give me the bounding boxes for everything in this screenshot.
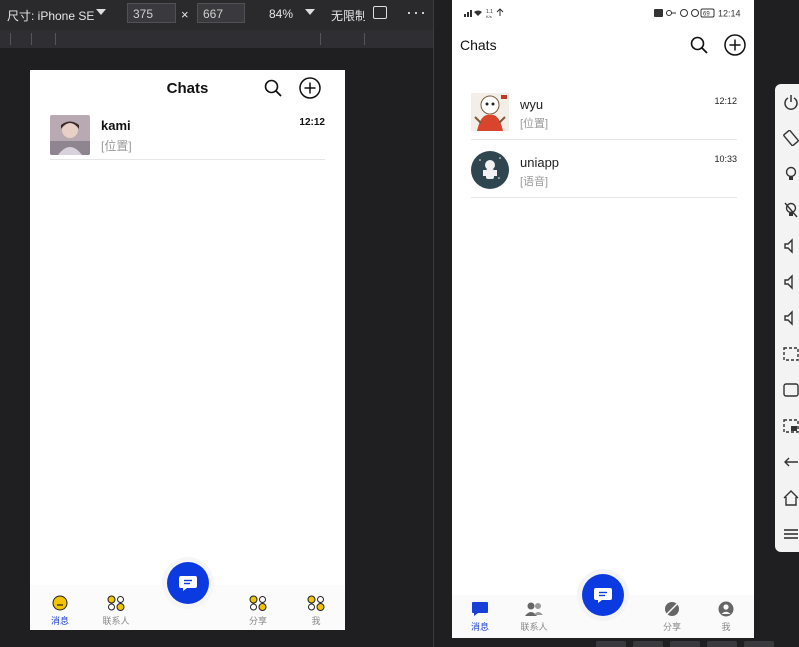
rotate-screen-icon[interactable] [783,130,799,146]
width-input[interactable]: 375 [127,3,176,23]
chat-time: 12:12 [299,117,325,128]
add-icon[interactable] [299,77,321,99]
times-sign: × [181,7,189,22]
emulator-toolbar [775,84,799,552]
chat-time: 12:12 [714,96,737,106]
device-dropdown-icon[interactable] [96,9,106,15]
chat-name: kami [101,118,131,133]
contacts-tab-icon [107,595,125,611]
simulator-screen: Chats kami 12:12 [位置] 消息 联系人 分享 我 [30,70,345,630]
contacts-tab-icon [525,602,543,616]
panel-divider[interactable] [433,0,434,647]
volume-down-icon[interactable] [783,274,799,290]
tab-messages[interactable]: 消息 [45,595,75,627]
bottom-tabs-strip [596,641,799,647]
chat-preview: [语音] [520,176,549,188]
tab-messages[interactable]: 消息 [465,601,495,633]
device-select-label[interactable]: 尺寸: iPhone SE [7,7,94,24]
status-icons: 69 12:14 [654,8,741,19]
chat-bubble-icon [594,588,612,603]
svg-text:K/s: K/s [486,14,492,18]
status-bar: 1.1 K/s 69 12:14 [452,0,754,26]
menu-icon[interactable] [783,526,799,542]
chat-preview: [位置] [520,118,549,130]
compose-button[interactable] [167,562,209,604]
rotate-icon[interactable] [373,6,387,19]
avatar [471,93,509,131]
page-title: Chats [460,37,497,53]
share-tab-icon [249,595,267,611]
power-icon[interactable] [783,94,799,110]
chat-time: 10:33 [714,154,737,164]
height-input[interactable]: 667 [197,3,245,23]
chat-name: uniapp [520,155,560,170]
window-icon[interactable] [783,382,799,398]
chat-name: wyu [520,97,544,112]
ruler-bar [0,30,433,48]
avatar [471,151,509,189]
chat-item[interactable]: uniapp 10:33 [语音] [471,151,737,198]
home-icon[interactable] [783,490,799,506]
clock: 12:14 [718,9,741,19]
avatar [50,115,90,155]
tab-contacts[interactable]: 联系人 [516,601,552,633]
user-tab-icon [718,601,734,617]
tab-share[interactable]: 分享 [657,601,687,633]
page-title: Chats [166,80,209,97]
me-tab-icon [307,595,325,611]
chat-tab-icon [472,602,488,616]
chat-item[interactable]: wyu 12:12 [位置] [471,93,737,140]
bulb-icon[interactable] [783,166,799,182]
zoom-select[interactable]: 84% [269,7,293,21]
share-tab-icon [665,602,679,616]
status-left: 1.1 K/s [464,8,508,20]
tab-me[interactable]: 我 [713,601,739,633]
screenshot-icon[interactable] [783,346,799,362]
chat-bubble-icon [179,576,197,591]
tab-me[interactable]: 我 [301,595,331,627]
zoom-dropdown-icon[interactable] [305,9,315,15]
device-screen: 1.1 K/s 69 12:14 Chats wyu 12:12 [位置] un… [452,0,754,638]
message-tab-icon [52,595,68,611]
add-icon[interactable] [724,34,746,56]
more-options-icon[interactable]: ··· [406,2,427,23]
status-right: 69 12:14 [654,8,744,20]
compose-button[interactable] [582,574,624,616]
search-icon[interactable] [690,36,708,54]
tab-share[interactable]: 分享 [243,595,273,627]
back-icon[interactable] [783,454,799,470]
battery-level: 69 [703,12,710,18]
mute-icon[interactable] [783,310,799,326]
volume-up-icon[interactable] [783,238,799,254]
chat-preview: [位置] [101,139,132,153]
signal-wifi-icon: 1.1 K/s [464,8,504,19]
crop-icon[interactable] [783,418,799,434]
devtools-toolbar: 尺寸: iPhone SE 375 × 667 84% 无限制 ··· [0,0,433,30]
search-icon[interactable] [264,79,282,97]
bulb-off-icon[interactable] [783,202,799,218]
chat-item[interactable]: kami 12:12 [位置] [50,115,325,160]
throttle-select[interactable]: 无限制 [331,7,365,24]
tab-contacts[interactable]: 联系人 [98,595,134,627]
